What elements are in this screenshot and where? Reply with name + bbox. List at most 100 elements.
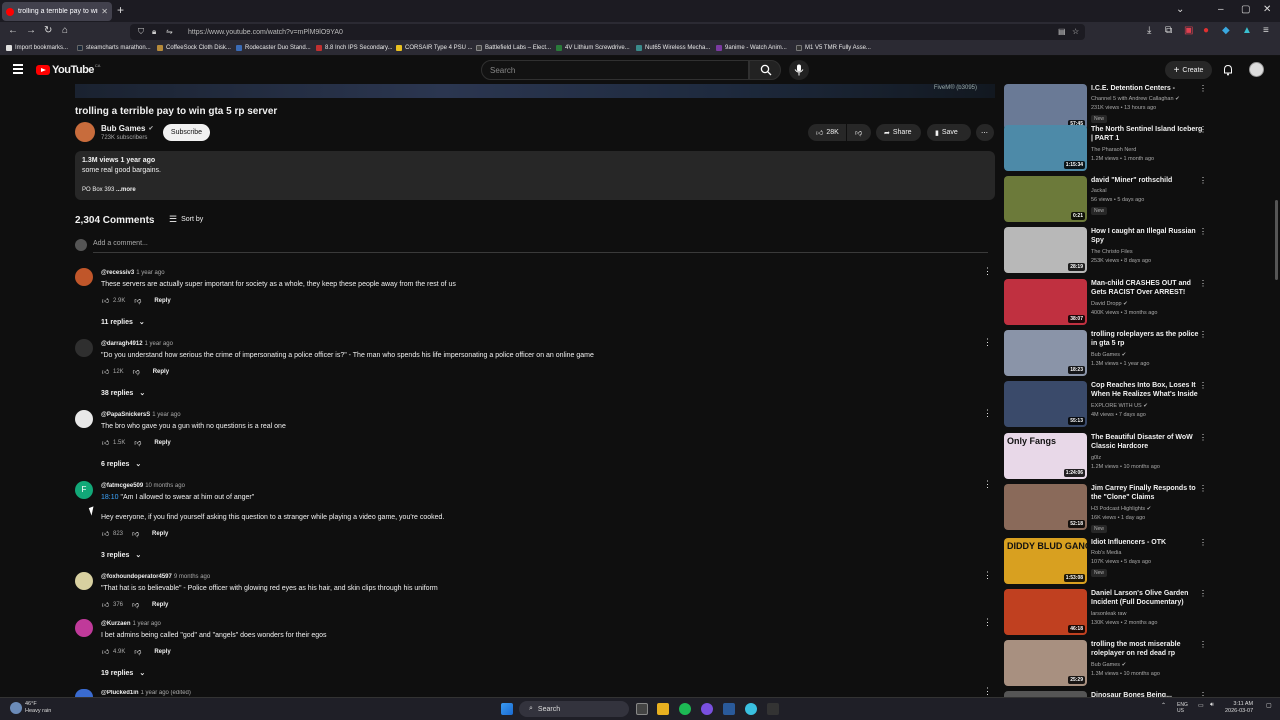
video-thumbnail[interactable]: 18:23 — [1004, 330, 1087, 376]
home-icon[interactable]: ⌂ — [62, 25, 68, 36]
video-title[interactable]: I.C.E. Detention Centers - — [1091, 84, 1206, 93]
video-title[interactable]: Man-child CRASHES OUT and Gets RACIST Ov… — [1091, 279, 1206, 297]
video-title[interactable]: How I caught an Illegal Russian Spy — [1091, 227, 1206, 245]
thumbs-down-icon[interactable]: 👎︎ — [133, 296, 142, 305]
forward-icon[interactable]: → — [26, 25, 36, 36]
comment-time[interactable]: 1 year ago — [136, 270, 164, 276]
comment-author[interactable]: @Kurzaen — [101, 621, 131, 627]
search-input[interactable]: Search — [481, 60, 749, 80]
comment-author[interactable]: @recessiv3 — [101, 270, 134, 276]
video-thumbnail[interactable]: DIDDY BLUD GANG 1:53:08 — [1004, 538, 1087, 584]
comment-menu-icon[interactable]: ⋮ — [983, 479, 992, 490]
language-indicator[interactable]: ENG US — [1177, 702, 1188, 714]
video-channel[interactable]: Rob's Media — [1091, 550, 1121, 556]
tray-overflow-icon[interactable]: ⌃ — [1161, 702, 1166, 709]
notifications-icon[interactable]: ▢ — [1266, 702, 1272, 709]
volume-icon[interactable]: 🔊︎ — [1210, 702, 1214, 709]
video-thumbnail[interactable]: 46:18 — [1004, 589, 1087, 635]
task-view-icon[interactable] — [636, 703, 648, 715]
video-title[interactable]: trolling roleplayers as the police in gt… — [1091, 330, 1206, 348]
video-channel[interactable]: g0lz — [1091, 455, 1101, 461]
extension-record-icon[interactable]: ● — [1203, 25, 1209, 36]
recommended-video[interactable]: 18:23 trolling roleplayers as the police … — [1004, 330, 1214, 376]
recommended-video[interactable]: 57:45 I.C.E. Detention Centers - Channel 5… — [1004, 84, 1214, 130]
view-replies-button[interactable]: 6 replies ⌄ — [101, 460, 141, 469]
reply-button[interactable]: Reply — [154, 440, 170, 446]
extension-cyan-icon[interactable]: ▲ — [1242, 25, 1252, 36]
comment-time[interactable]: 1 year ago — [152, 412, 180, 418]
thumbs-down-icon[interactable]: 👎︎ — [131, 529, 140, 538]
bookmark-item[interactable]: 9anime - Watch Anim... — [716, 45, 787, 51]
discord-icon[interactable] — [701, 703, 713, 715]
menu-icon[interactable]: ≡ — [1263, 25, 1269, 36]
description-box[interactable]: 1.3M views 1 year ago some real good bar… — [75, 151, 995, 200]
extensions-icon[interactable]: ⧉ — [1165, 25, 1172, 36]
tab-list-icon[interactable]: ⌄ — [1176, 4, 1184, 15]
comment-time[interactable]: 1 year ago (edited) — [141, 690, 191, 696]
app-icon[interactable] — [767, 703, 779, 715]
video-channel[interactable]: Bub Games ✔ — [1091, 352, 1126, 358]
steam-icon[interactable] — [723, 703, 735, 715]
thumbs-up-icon[interactable]: 👍︎ — [101, 296, 110, 305]
reply-button[interactable]: Reply — [154, 298, 170, 304]
commenter-avatar[interactable] — [75, 572, 93, 590]
video-thumbnail[interactable]: 38:07 — [1004, 279, 1087, 325]
url-bar[interactable]: ⛉ 🔒︎ ⇋ https://www.youtube.com/watch?v=m… — [130, 24, 1085, 40]
comment-author[interactable]: @fatmcgee509 — [101, 483, 143, 489]
account-avatar[interactable] — [1249, 62, 1264, 77]
weather-widget[interactable]: 46°F Heavy rain — [10, 701, 51, 715]
bookmark-item[interactable]: 4V Lithium Screwdrive... — [556, 45, 630, 51]
bookmark-item[interactable]: CORSAIR Type 4 PSU ... — [396, 45, 473, 51]
comment-menu-icon[interactable]: ⋮ — [983, 570, 992, 581]
video-channel[interactable]: David Dropp ✔ — [1091, 301, 1128, 307]
video-title[interactable]: Daniel Larson's Olive Garden Incident (F… — [1091, 589, 1206, 607]
comment-author[interactable]: @PapaSnickersS — [101, 412, 150, 418]
save-button[interactable]: ▮ Save — [927, 124, 971, 141]
reload-icon[interactable]: ↻ — [44, 25, 52, 36]
video-channel[interactable]: The Pharaoh Nerd — [1091, 147, 1136, 153]
comment-author[interactable]: @Plucked1in — [101, 690, 139, 696]
thumbs-up-icon[interactable]: 👍︎ — [101, 647, 110, 656]
comment-menu-icon[interactable]: ⋮ — [983, 686, 992, 697]
thumbs-up-icon[interactable]: 👍︎ — [101, 367, 110, 376]
comment-menu-icon[interactable]: ⋮ — [983, 337, 992, 348]
shield-icon[interactable]: ⛉ — [138, 27, 144, 37]
thumbs-up-icon[interactable]: 👍︎ — [101, 529, 110, 538]
view-replies-button[interactable]: 19 replies ⌄ — [101, 669, 145, 678]
bookmark-item[interactable]: M1 V5 TMR Fully Asse... — [796, 45, 871, 51]
minimize-icon[interactable]: – — [1218, 4, 1224, 15]
video-thumbnail[interactable]: 1:15:34 — [1004, 125, 1087, 171]
taskbar-search[interactable]: ⌕ Search — [519, 701, 629, 717]
comment-author[interactable]: @foxhoundoperator4597 — [101, 574, 172, 580]
windows-start-icon[interactable] — [501, 703, 513, 715]
thumbs-up-icon[interactable]: 👍︎ — [101, 438, 110, 447]
video-title[interactable]: Jim Carrey Finally Responds to the "Clon… — [1091, 484, 1206, 502]
bookmark-item[interactable]: Import bookmarks... — [6, 45, 68, 51]
comment-menu-icon[interactable]: ⋮ — [983, 266, 992, 277]
comment-time[interactable]: 1 year ago — [133, 621, 161, 627]
comment-timestamp-link[interactable]: 18:10 — [101, 494, 119, 501]
video-menu-icon[interactable]: ⋮ — [1199, 589, 1207, 598]
new-tab-icon[interactable]: + — [117, 3, 124, 17]
bookmark-item[interactable]: CoffeeSock Cloth Disk... — [157, 45, 231, 51]
reply-button[interactable]: Reply — [153, 369, 169, 375]
video-thumbnail[interactable]: 25:29 — [1004, 640, 1087, 686]
video-channel[interactable]: The Christo Files — [1091, 249, 1133, 255]
more-actions-button[interactable]: ⋯ — [976, 124, 994, 141]
commenter-avatar[interactable] — [75, 268, 93, 286]
extension-red-icon[interactable]: ▣ — [1184, 25, 1193, 36]
video-menu-icon[interactable]: ⋮ — [1199, 640, 1207, 649]
share-button[interactable]: ➦ Share — [876, 124, 921, 141]
video-channel[interactable]: Channel 5 with Andrew Callaghan ✔ — [1091, 96, 1180, 102]
comment-author[interactable]: @darragh4912 — [101, 341, 143, 347]
comment-time[interactable]: 10 months ago — [145, 483, 185, 489]
recommended-video[interactable]: 25:29 trolling the most miserable rolepla… — [1004, 640, 1214, 686]
browser-tab[interactable]: trolling a terrible pay to win gta 5 rp … — [2, 2, 112, 21]
video-menu-icon[interactable]: ⋮ — [1199, 125, 1207, 134]
sort-by-button[interactable]: ☰ Sort by — [169, 214, 203, 225]
video-menu-icon[interactable]: ⋮ — [1199, 330, 1207, 339]
file-explorer-icon[interactable] — [657, 703, 669, 715]
video-menu-icon[interactable]: ⋮ — [1199, 279, 1207, 288]
scrollbar[interactable] — [1275, 200, 1278, 280]
video-menu-icon[interactable]: ⋮ — [1199, 538, 1207, 547]
